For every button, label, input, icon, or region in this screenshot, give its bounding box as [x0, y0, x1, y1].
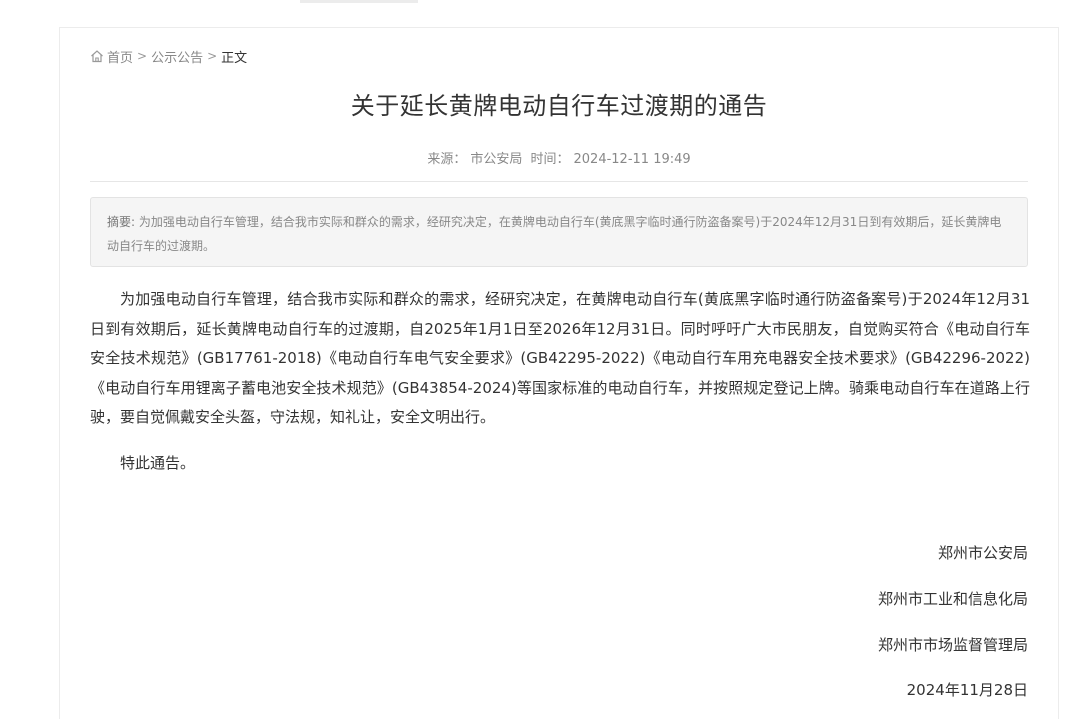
chevron-right-icon: >: [137, 49, 148, 63]
divider: [90, 181, 1028, 182]
chevron-right-icon: >: [207, 49, 218, 63]
breadcrumb-section-link[interactable]: 公示公告: [151, 47, 203, 66]
body-paragraph: 为加强电动自行车管理，结合我市实际和群众的需求，经研究决定，在黄牌电动自行车(黄…: [90, 290, 1030, 426]
article-card: 首页 > 公示公告 > 正文 关于延长黄牌电动自行车过渡期的通告 来源： 市公安局…: [59, 27, 1059, 719]
signature-date: 2024年11月28日: [906, 681, 1028, 699]
top-strip: [300, 0, 418, 3]
source-value: 市公安局: [470, 152, 523, 167]
time-value: 2024-12-11 19:49: [573, 152, 691, 167]
time-label: 时间：: [530, 152, 570, 167]
summary-text: 为加强电动自行车管理，结合我市实际和群众的需求，经研究决定，在黄牌电动自行车(黄…: [107, 215, 1002, 253]
summary-label: 摘要:: [107, 215, 136, 229]
article-body: 为加强电动自行车管理，结合我市实际和群众的需求，经研究决定，在黄牌电动自行车(黄…: [90, 285, 1030, 478]
article-meta: 来源： 市公安局 时间： 2024-12-11 19:49: [60, 148, 1058, 167]
signature-market: 郑州市市场监督管理局: [877, 636, 1028, 654]
breadcrumb-home-link[interactable]: 首页: [107, 47, 133, 66]
body-paragraph-notice: 特此通告。: [120, 453, 196, 472]
source-label: 来源：: [427, 152, 467, 167]
home-icon: [91, 50, 103, 63]
breadcrumb: 首页 > 公示公告 > 正文: [90, 47, 248, 66]
summary-box: 摘要: 为加强电动自行车管理，结合我市实际和群众的需求，经研究决定，在黄牌电动自…: [90, 197, 1028, 267]
breadcrumb-current: 正文: [221, 50, 248, 66]
page-title: 关于延长黄牌电动自行车过渡期的通告: [350, 92, 768, 120]
signature-industry: 郑州市工业和信息化局: [877, 590, 1028, 608]
signature-police: 郑州市公安局: [937, 544, 1028, 562]
